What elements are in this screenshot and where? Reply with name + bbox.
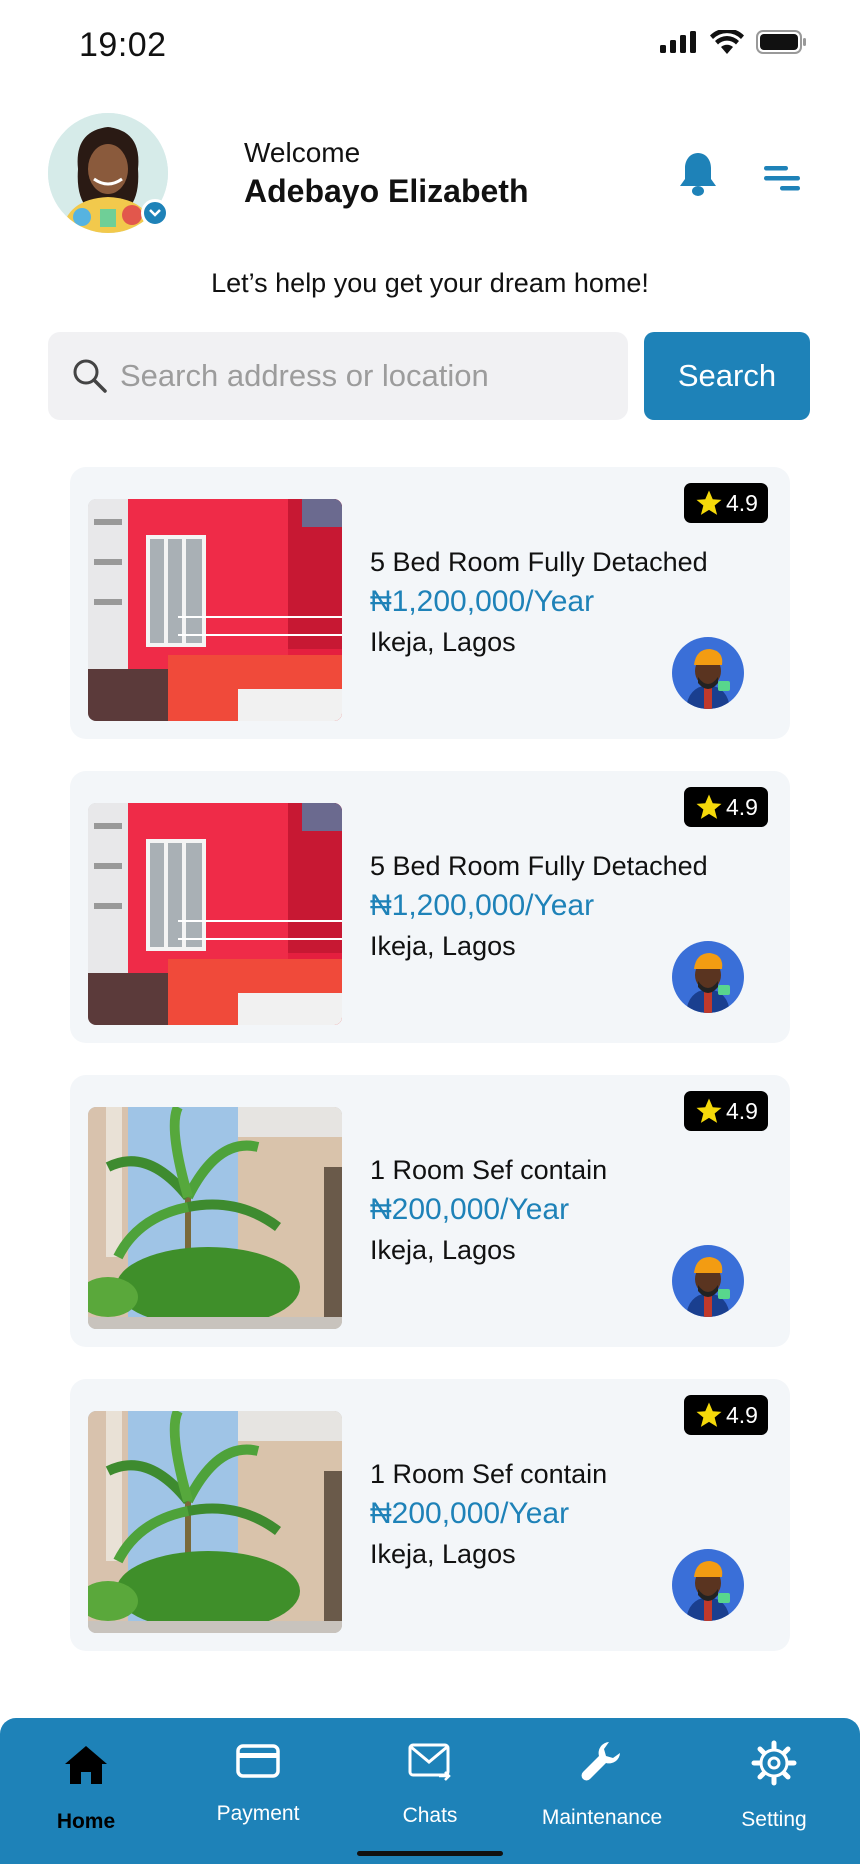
listing-location: Ikeja, Lagos [370, 627, 516, 657]
rating-value: 4.9 [726, 1097, 758, 1124]
welcome-text: Welcome [244, 137, 361, 168]
nav-label: Setting [741, 1808, 807, 1831]
rating-badge: 4.9 [684, 1091, 768, 1131]
listing-card[interactable]: 4.9 1 Room Sef contain ₦200,000/Year Ike… [70, 1075, 790, 1347]
listing-title: 1 Room Sef contain [370, 1155, 608, 1185]
listing-title: 5 Bed Room Fully Detached [370, 547, 708, 577]
listing-price: ₦1,200,000/Year [370, 585, 595, 618]
star-icon [696, 1402, 722, 1427]
nav-label: Maintenance [541, 1806, 663, 1829]
home-icon [65, 1746, 107, 1784]
agent-avatar[interactable] [672, 1245, 744, 1317]
star-icon [696, 490, 722, 515]
nav-home[interactable]: Home [0, 1718, 172, 1864]
chevron-down-icon [149, 209, 161, 217]
nav-label: Payment [216, 1802, 300, 1825]
bottom-nav: Home Payment Chats Maintenance Setting [0, 1718, 860, 1864]
nav-maintenance[interactable]: Maintenance [516, 1718, 688, 1864]
listing-location: Ikeja, Lagos [370, 1539, 516, 1569]
listing-card[interactable]: 4.9 1 Room Sef contain ₦200,000/Year Ike… [70, 1379, 790, 1651]
tagline: Let’s help you get your dream home! [211, 268, 649, 298]
nav-payment[interactable]: Payment [172, 1718, 344, 1864]
user-name: Adebayo Elizabeth [244, 173, 529, 209]
nav-chats[interactable]: Chats [344, 1718, 516, 1864]
listing-title: 5 Bed Room Fully Detached [370, 851, 708, 881]
listing-card[interactable]: 4.9 5 Bed Room Fully Detached ₦1,200,000… [70, 771, 790, 1043]
nav-setting[interactable]: Setting [688, 1718, 860, 1864]
rating-value: 4.9 [726, 1401, 758, 1428]
wifi-icon [710, 30, 744, 54]
listing-image [88, 803, 342, 1025]
mail-icon [408, 1743, 451, 1781]
listing-location: Ikeja, Lagos [370, 1235, 516, 1265]
nav-label: Chats [402, 1804, 458, 1827]
listing-price: ₦1,200,000/Year [370, 889, 595, 922]
menu-icon[interactable] [762, 163, 802, 193]
listing-image [88, 1107, 342, 1329]
agent-avatar[interactable] [672, 1549, 744, 1621]
status-bar: 19:02 [0, 0, 860, 96]
search-icon [73, 359, 107, 393]
listing-card[interactable]: 4.9 5 Bed Room Fully Detached ₦1,200,000… [70, 467, 790, 739]
signal-icon [660, 31, 696, 53]
status-time: 19:02 [79, 26, 167, 64]
agent-avatar[interactable] [672, 941, 744, 1013]
avatar-dropdown-badge[interactable] [141, 199, 169, 227]
status-icons [660, 30, 808, 54]
battery-icon [756, 30, 806, 54]
bell-icon[interactable] [678, 151, 718, 197]
rating-badge: 4.9 [684, 483, 768, 523]
gear-icon [751, 1740, 797, 1786]
search-input[interactable] [120, 332, 610, 420]
listing-price: ₦200,000/Year [370, 1497, 570, 1530]
listing-price: ₦200,000/Year [370, 1193, 570, 1226]
listing-image [88, 499, 342, 721]
nav-label: Home [56, 1810, 116, 1833]
search-button[interactable]: Search [644, 332, 810, 420]
search-box[interactable] [48, 332, 628, 420]
agent-avatar[interactable] [672, 637, 744, 709]
rating-value: 4.9 [726, 793, 758, 820]
star-icon [696, 1098, 722, 1123]
rating-badge: 4.9 [684, 1395, 768, 1435]
wrench-icon [581, 1742, 620, 1781]
home-indicator [357, 1851, 503, 1856]
star-icon [696, 794, 722, 819]
credit-card-icon [236, 1744, 280, 1778]
rating-value: 4.9 [726, 489, 758, 516]
listing-image [88, 1411, 342, 1633]
rating-badge: 4.9 [684, 787, 768, 827]
listing-title: 1 Room Sef contain [370, 1459, 608, 1489]
listing-location: Ikeja, Lagos [370, 931, 516, 961]
